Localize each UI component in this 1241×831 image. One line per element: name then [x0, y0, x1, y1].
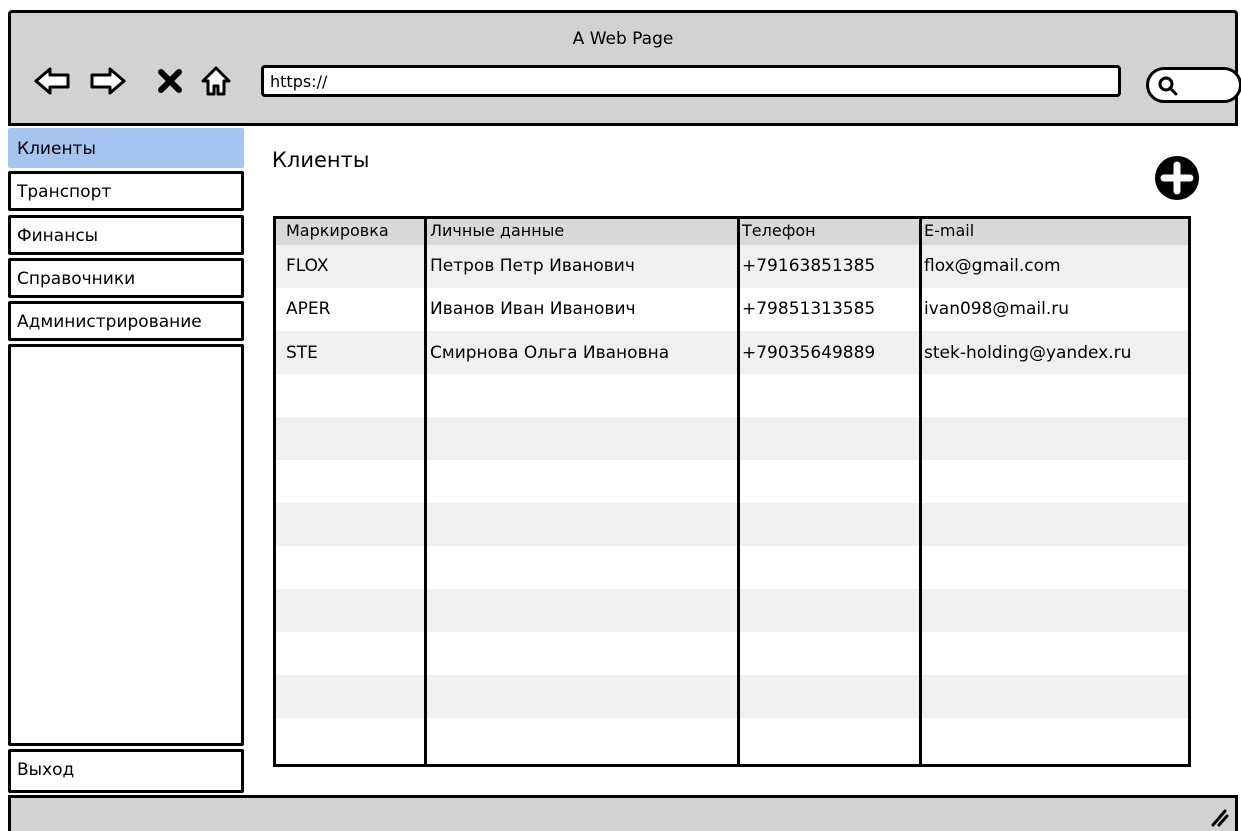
- clients-table: Маркировка Личные данные Телефон E-mail …: [273, 216, 1191, 767]
- cell-email: ivan098@mail.ru: [924, 299, 1070, 319]
- search-button[interactable]: [1146, 67, 1241, 103]
- sidebar-item-directories[interactable]: Справочники: [8, 258, 244, 298]
- forward-button[interactable]: [89, 61, 127, 101]
- table-row-empty: [276, 503, 1188, 546]
- sidebar-item-label: Финансы: [17, 226, 99, 246]
- page-title: Клиенты: [272, 148, 370, 172]
- cell-personal-data: Иванов Иван Иванович: [430, 299, 636, 319]
- cell-phone: +79163851385: [742, 256, 876, 276]
- sidebar-empty-area: [8, 344, 244, 746]
- cell-marking: STE: [286, 343, 318, 363]
- table-row-empty: [276, 589, 1188, 632]
- back-button[interactable]: [33, 61, 71, 101]
- browser-toolbar: A Web Page: [8, 10, 1241, 124]
- search-icon: [1158, 76, 1178, 96]
- sidebar-item-finance[interactable]: Финансы: [8, 215, 244, 255]
- column-header-personal-data[interactable]: Личные данные: [430, 221, 564, 240]
- cell-marking: FLOX: [286, 256, 329, 276]
- home-button[interactable]: [197, 61, 235, 101]
- table-row-empty: [276, 374, 1188, 417]
- sidebar-item-label: Транспорт: [17, 182, 112, 202]
- home-icon: [201, 66, 231, 96]
- browser-window: A Web Page https:// Клиенты Транспорт Фи…: [0, 0, 1241, 831]
- add-client-button[interactable]: [1152, 153, 1202, 203]
- sidebar-item-label: Клиенты: [17, 139, 96, 159]
- column-divider: [737, 219, 740, 764]
- cell-email: stek-holding@yandex.ru: [924, 343, 1132, 363]
- column-header-phone[interactable]: Телефон: [742, 221, 816, 240]
- column-divider: [424, 219, 427, 764]
- close-icon: [158, 69, 182, 93]
- table-row-empty: [276, 718, 1188, 761]
- table-row-empty: [276, 417, 1188, 460]
- table-row-empty: [276, 632, 1188, 675]
- stop-button[interactable]: [151, 61, 189, 101]
- table-row-empty: [276, 675, 1188, 718]
- url-input[interactable]: [261, 65, 1121, 97]
- status-bar: [8, 795, 1238, 831]
- cell-personal-data: Петров Петр Иванович: [430, 256, 635, 276]
- sidebar-item-transport[interactable]: Транспорт: [8, 171, 244, 211]
- column-header-email[interactable]: E-mail: [924, 221, 974, 240]
- sidebar-item-clients[interactable]: Клиенты: [8, 128, 244, 168]
- cell-phone: +79035649889: [742, 343, 876, 363]
- window-title: A Web Page: [572, 29, 674, 49]
- sidebar-item-administration[interactable]: Администрирование: [8, 301, 244, 341]
- sidebar-item-label: Справочники: [17, 269, 136, 289]
- cell-phone: +79851313585: [742, 299, 876, 319]
- logout-button[interactable]: Выход: [8, 749, 244, 793]
- cell-personal-data: Смирнова Ольга Ивановна: [430, 343, 670, 363]
- cell-marking: APER: [286, 299, 331, 319]
- arrow-right-icon: [90, 67, 126, 95]
- resize-grip-icon[interactable]: [1207, 805, 1229, 827]
- cell-email: flox@gmail.com: [924, 256, 1061, 276]
- table-row-empty: [276, 460, 1188, 503]
- toolbar-separator: [8, 123, 1238, 126]
- table-row-empty: [276, 546, 1188, 589]
- table-header: Маркировка Личные данные Телефон E-mail: [276, 219, 1188, 245]
- column-header-marking[interactable]: Маркировка: [286, 221, 389, 240]
- plus-circle-icon: [1155, 156, 1199, 200]
- column-divider: [919, 219, 922, 764]
- logout-label: Выход: [17, 760, 75, 780]
- sidebar-item-label: Администрирование: [17, 312, 202, 332]
- arrow-left-icon: [34, 67, 70, 95]
